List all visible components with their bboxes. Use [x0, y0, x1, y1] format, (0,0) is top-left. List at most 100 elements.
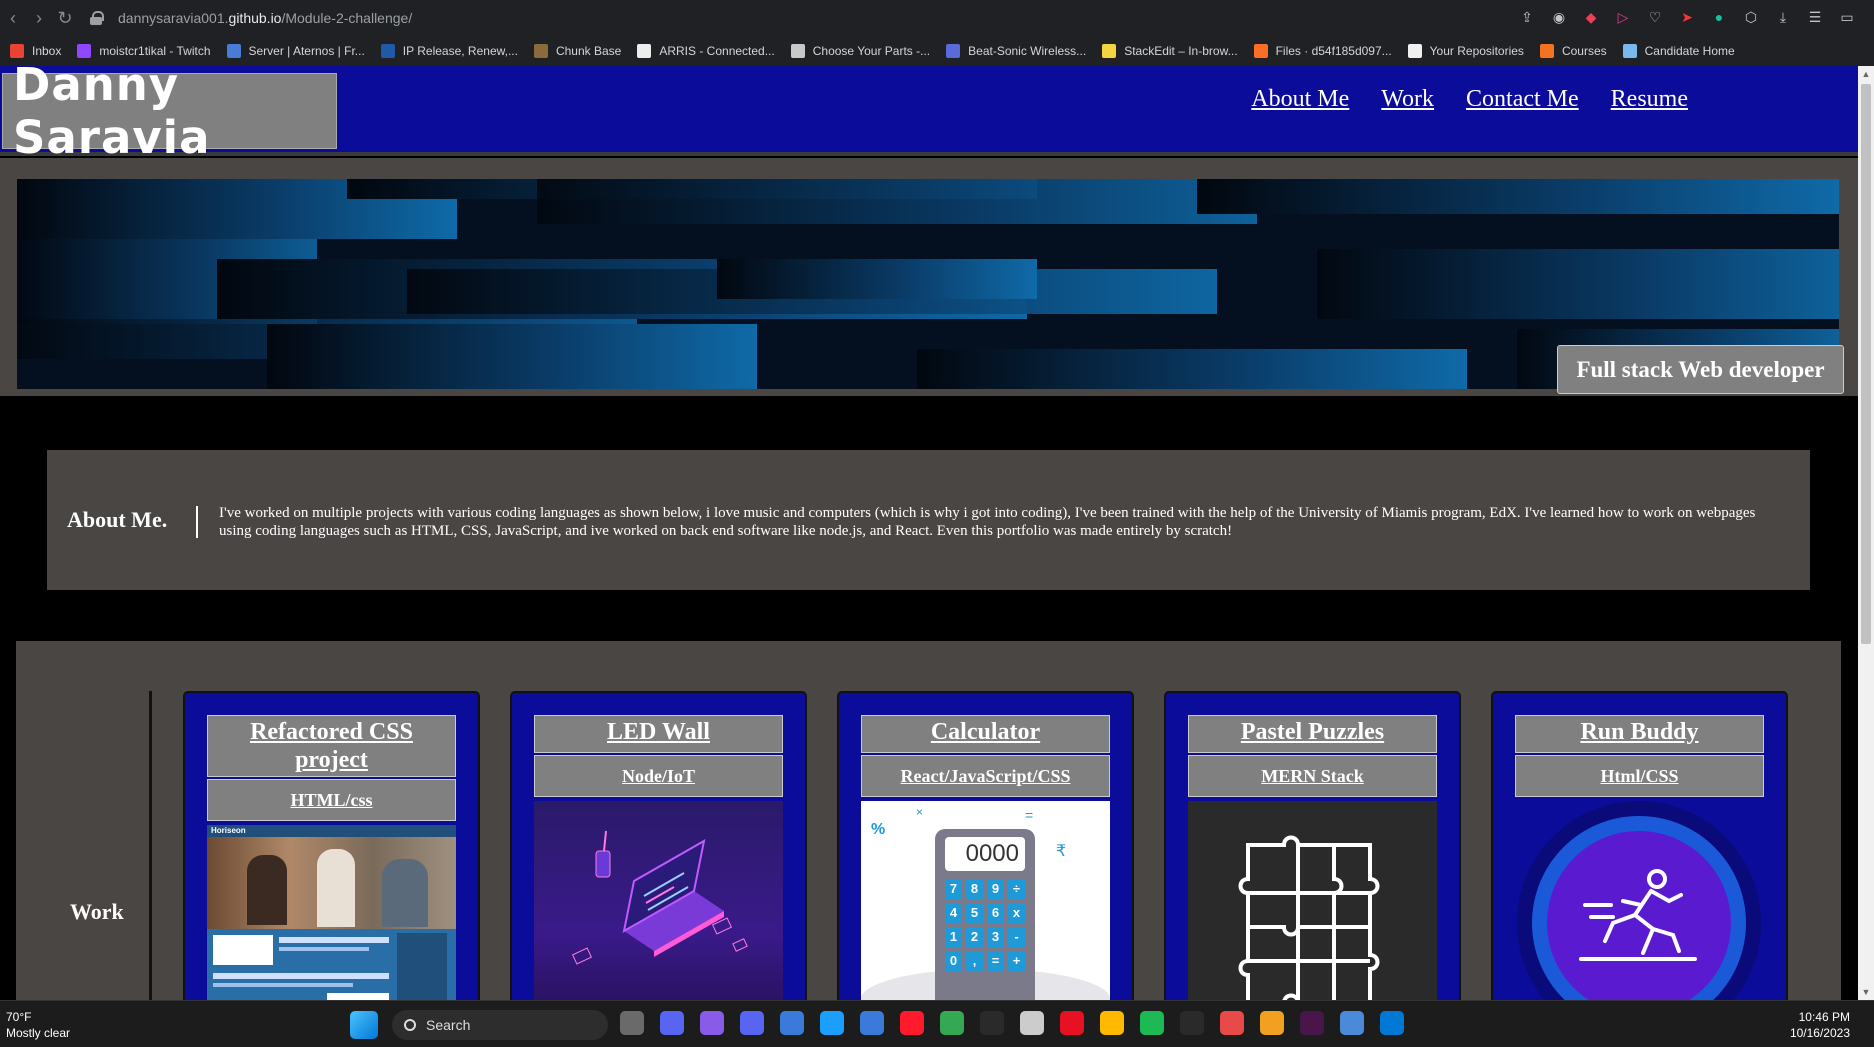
calculator-key: 1: [945, 927, 962, 947]
extension-icon[interactable]: ➤: [1676, 6, 1698, 28]
bookmark-item[interactable]: moistcr1tikal - Twitch: [77, 44, 211, 58]
bookmark-label: moistcr1tikal - Twitch: [99, 44, 211, 58]
calculator-key: 3: [987, 927, 1004, 947]
windows-start-icon[interactable]: [350, 1011, 378, 1039]
scroll-up-icon[interactable]: ▲: [1858, 66, 1874, 82]
bookmark-item[interactable]: Courses: [1539, 44, 1607, 58]
share-icon[interactable]: ⇪: [1516, 6, 1538, 28]
project-title-link[interactable]: Refactored CSS project: [250, 719, 413, 773]
calculator-illustration[interactable]: % ₹ = × 0000 7 8 9 ÷ 4 5 6 x 1 2 3-0, = +: [861, 801, 1110, 1000]
os-taskbar: 70°F Mostly clear Search 10:46 PM 10/16/…: [0, 1000, 1874, 1047]
taskbar-search[interactable]: Search: [392, 1010, 608, 1040]
bookmark-label: StackEdit – In-brow...: [1124, 44, 1238, 58]
back-button[interactable]: ‹: [0, 5, 26, 31]
about-heading: About Me.: [67, 507, 168, 532]
horiseon-screenshot[interactable]: Horiseon: [207, 825, 456, 1000]
opera-icon[interactable]: [900, 1011, 924, 1035]
project-tech-link[interactable]: React/JavaScript/CSS: [901, 766, 1071, 787]
nav-resume[interactable]: Resume: [1611, 86, 1688, 113]
runner-icon[interactable]: [1515, 801, 1764, 1000]
scroll-down-icon[interactable]: ▼: [1858, 984, 1874, 1000]
calculator-key: x: [1008, 903, 1025, 923]
photos-icon[interactable]: [780, 1011, 804, 1035]
forward-button[interactable]: ›: [26, 5, 52, 31]
teams-icon[interactable]: [660, 1011, 684, 1035]
search-label: Search: [426, 1017, 471, 1033]
bookmark-item[interactable]: Candidate Home: [1622, 44, 1735, 58]
bookmark-favicon-icon: [533, 44, 548, 58]
bookmark-item[interactable]: Chunk Base: [533, 44, 622, 58]
project-tech-link[interactable]: HTML/css: [290, 790, 372, 811]
project-title-box: Pastel Puzzles: [1188, 715, 1437, 753]
site-logo: Danny Saravia: [2, 66, 337, 164]
bookmark-item[interactable]: Your Repositories: [1407, 44, 1524, 58]
sidebar-icon[interactable]: ▭: [1836, 6, 1858, 28]
project-tech-box: HTML/css: [207, 779, 456, 821]
bookmark-item[interactable]: Server | Aternos | Fr...: [226, 44, 365, 58]
project-title-link[interactable]: Calculator: [931, 719, 1040, 745]
weather-widget[interactable]: 70°F Mostly clear: [6, 1009, 70, 1041]
reload-button[interactable]: ↻: [52, 5, 78, 31]
bookmark-label: Your Repositories: [1429, 44, 1524, 58]
steam-icon[interactable]: [820, 1011, 844, 1035]
work-heading: Work: [70, 899, 124, 924]
calculator-key: 2: [966, 927, 983, 947]
bookmark-item[interactable]: StackEdit – In-brow...: [1102, 44, 1238, 58]
project-tech-link[interactable]: Html/CSS: [1600, 766, 1678, 787]
project-title-link[interactable]: Pastel Puzzles: [1241, 719, 1384, 745]
nav-contact-me[interactable]: Contact Me: [1466, 86, 1579, 113]
speedtest-icon[interactable]: [1020, 1011, 1044, 1035]
grammarly-icon[interactable]: ●: [1708, 6, 1730, 28]
bookmark-favicon-icon: [380, 44, 395, 58]
discord-icon[interactable]: [740, 1011, 764, 1035]
power-icon[interactable]: [1060, 1011, 1084, 1035]
isometric-laptop-illustration[interactable]: [534, 801, 783, 1000]
bookmark-item[interactable]: ARRIS - Connected...: [637, 44, 775, 58]
project-tech-link[interactable]: Node/IoT: [622, 766, 695, 787]
epic-games-icon[interactable]: [1180, 1011, 1204, 1035]
notepad-icon[interactable]: [1340, 1011, 1364, 1035]
app-icon[interactable]: [1260, 1011, 1284, 1035]
bookmark-label: Chunk Base: [555, 44, 622, 58]
project-title-link[interactable]: LED Wall: [607, 719, 710, 745]
project-tech-box: MERN Stack: [1188, 755, 1437, 797]
address-bar[interactable]: dannysaravia001. github.io/Module-2-chall…: [90, 10, 412, 26]
menu-icon[interactable]: ☰: [1804, 6, 1826, 28]
bookmark-item[interactable]: Choose Your Parts -...: [790, 44, 930, 58]
bookmark-item[interactable]: Beat-Sonic Wireless...: [946, 44, 1086, 58]
chrome-icon[interactable]: [940, 1011, 964, 1035]
play-icon[interactable]: ▷: [1612, 6, 1634, 28]
puzzle-pieces-icon[interactable]: [1188, 801, 1437, 1000]
calculator-key: 6: [987, 903, 1004, 923]
vscode-icon[interactable]: [1380, 1011, 1404, 1035]
nav-work[interactable]: Work: [1381, 86, 1434, 113]
download-icon[interactable]: ⤓: [1772, 6, 1794, 28]
camera-icon[interactable]: ◉: [1548, 6, 1570, 28]
project-card-calculator: Calculator React/JavaScript/CSS % ₹ = × …: [837, 691, 1134, 1000]
cube-icon[interactable]: ⬡: [1740, 6, 1762, 28]
system-clock[interactable]: 10:46 PM 10/16/2023: [1790, 1009, 1850, 1041]
task-view-icon[interactable]: [620, 1011, 644, 1035]
nav-about-me[interactable]: About Me: [1251, 86, 1349, 113]
slack-icon[interactable]: [1300, 1011, 1324, 1035]
project-card-pastel-puzzles: Pastel Puzzles MERN Stack: [1164, 691, 1461, 1000]
calculator-key: ÷: [1008, 879, 1025, 899]
bookmark-item[interactable]: Inbox: [10, 44, 61, 58]
app-icon[interactable]: [1220, 1011, 1244, 1035]
terminal-icon[interactable]: [980, 1011, 1004, 1035]
bookmark-item[interactable]: Files · d54f185d097...: [1253, 44, 1392, 58]
pocket-icon[interactable]: ◆: [1580, 6, 1602, 28]
obs-icon[interactable]: [700, 1011, 724, 1035]
app-icon[interactable]: [860, 1011, 884, 1035]
site-title: Danny Saravia: [13, 66, 211, 164]
project-tech-link[interactable]: MERN Stack: [1261, 766, 1364, 787]
scroll-thumb[interactable]: [1861, 84, 1871, 644]
project-tech-box: Node/IoT: [534, 755, 783, 797]
search-icon: [404, 1019, 416, 1031]
page-scrollbar[interactable]: ▲ ▼: [1858, 66, 1874, 1000]
spotify-icon[interactable]: [1140, 1011, 1164, 1035]
project-title-link[interactable]: Run Buddy: [1580, 719, 1698, 745]
heart-icon[interactable]: ♡: [1644, 6, 1666, 28]
file-explorer-icon[interactable]: [1100, 1011, 1124, 1035]
bookmark-item[interactable]: IP Release, Renew,...: [380, 44, 518, 58]
